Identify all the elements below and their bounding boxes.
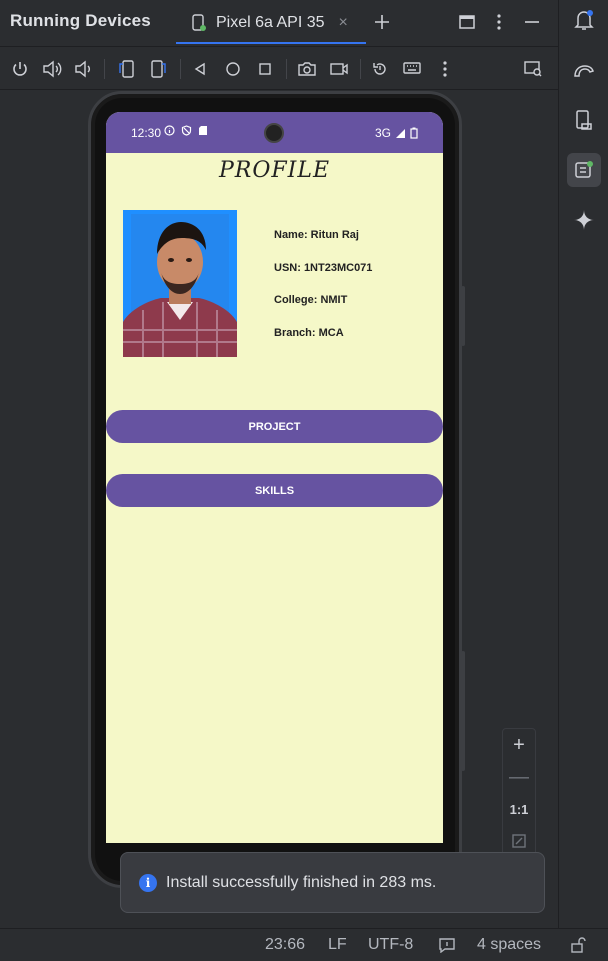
skills-button[interactable]: SKILLS — [106, 474, 443, 507]
title-bar: Running Devices Pixel 6a API 35 × — [0, 0, 558, 44]
rotate-left-icon[interactable] — [114, 57, 138, 81]
device-tab-icon — [190, 14, 208, 32]
volume-up-icon[interactable] — [40, 57, 64, 81]
notification-text: Install successfully finished in 283 ms. — [166, 873, 437, 891]
phone-volume-button — [461, 651, 465, 771]
lock-icon[interactable] — [569, 936, 587, 959]
zoom-controls: + — 1:1 — [502, 728, 536, 858]
profile-photo — [123, 210, 237, 357]
toolbar-divider — [180, 59, 181, 79]
new-tab-icon[interactable] — [369, 9, 395, 35]
indent-setting[interactable]: 4 spaces — [477, 936, 541, 954]
keyboard-icon[interactable] — [400, 57, 424, 81]
reset-icon[interactable] — [368, 57, 392, 81]
project-button[interactable]: PROJECT — [106, 410, 443, 443]
tab-label: Pixel 6a API 35 — [216, 14, 325, 31]
tab-pixel-6a[interactable]: Pixel 6a API 35 × — [176, 4, 366, 44]
comment-icon[interactable] — [438, 937, 456, 958]
running-devices-icon[interactable] — [567, 153, 601, 187]
name-label: Name: Ritun Raj — [274, 229, 359, 241]
signal-icon — [396, 128, 405, 138]
more-icon[interactable] — [433, 57, 457, 81]
android-status-bar: 12:30 3G — [106, 112, 443, 153]
sdcard-status-icon — [199, 126, 207, 135]
minimize-icon[interactable] — [519, 9, 545, 35]
gemini-icon[interactable] — [567, 203, 601, 237]
gradle-icon[interactable] — [567, 53, 601, 87]
options-icon[interactable] — [486, 9, 512, 35]
rotate-right-icon[interactable] — [147, 57, 171, 81]
device-toolbar — [0, 46, 558, 90]
overview-icon[interactable] — [253, 57, 277, 81]
file-encoding[interactable]: UTF-8 — [368, 936, 413, 954]
info-status-icon — [164, 125, 175, 136]
zoom-in-button[interactable]: + — [503, 729, 535, 761]
screenshot-icon[interactable] — [295, 57, 319, 81]
cursor-position[interactable]: 23:66 — [265, 936, 305, 954]
screen-record-icon[interactable] — [327, 57, 351, 81]
tab-close-icon[interactable]: × — [339, 14, 348, 32]
shield-status-icon — [181, 125, 192, 136]
volume-down-icon[interactable] — [71, 57, 95, 81]
power-icon[interactable] — [8, 57, 32, 81]
zoom-out-button[interactable]: — — [503, 761, 535, 793]
line-ending[interactable]: LF — [328, 936, 347, 954]
right-tool-strip — [558, 0, 608, 928]
device-screen[interactable]: 12:30 3G PROFILE Name: Ritun Raj USN: 1N… — [106, 112, 443, 843]
battery-icon — [410, 127, 418, 139]
ide-status-bar: 23:66 LF UTF-8 4 spaces — [0, 928, 608, 961]
zoom-actual-size-button[interactable]: 1:1 — [503, 793, 535, 825]
back-icon[interactable] — [188, 57, 212, 81]
network-label: 3G — [374, 126, 391, 140]
layout-icon[interactable] — [454, 9, 480, 35]
toolbar-divider — [286, 59, 287, 79]
panel-title: Running Devices — [10, 11, 151, 30]
status-time: 12:30 — [131, 126, 162, 140]
install-notification[interactable]: i Install successfully finished in 283 m… — [120, 852, 545, 913]
usn-label: USN: 1NT23MC071 — [274, 262, 373, 274]
device-mirror-icon[interactable] — [521, 57, 545, 81]
profile-title: PROFILE — [218, 158, 331, 183]
device-manager-icon[interactable] — [567, 103, 601, 137]
toolbar-divider — [360, 59, 361, 79]
home-icon[interactable] — [221, 57, 245, 81]
branch-label: Branch: MCA — [274, 327, 344, 339]
camera-cutout — [264, 123, 284, 143]
phone-power-button — [461, 286, 465, 346]
toolbar-divider — [104, 59, 105, 79]
notifications-icon[interactable] — [567, 3, 601, 37]
college-label: College: NMIT — [274, 294, 348, 306]
info-icon: i — [139, 873, 157, 892]
